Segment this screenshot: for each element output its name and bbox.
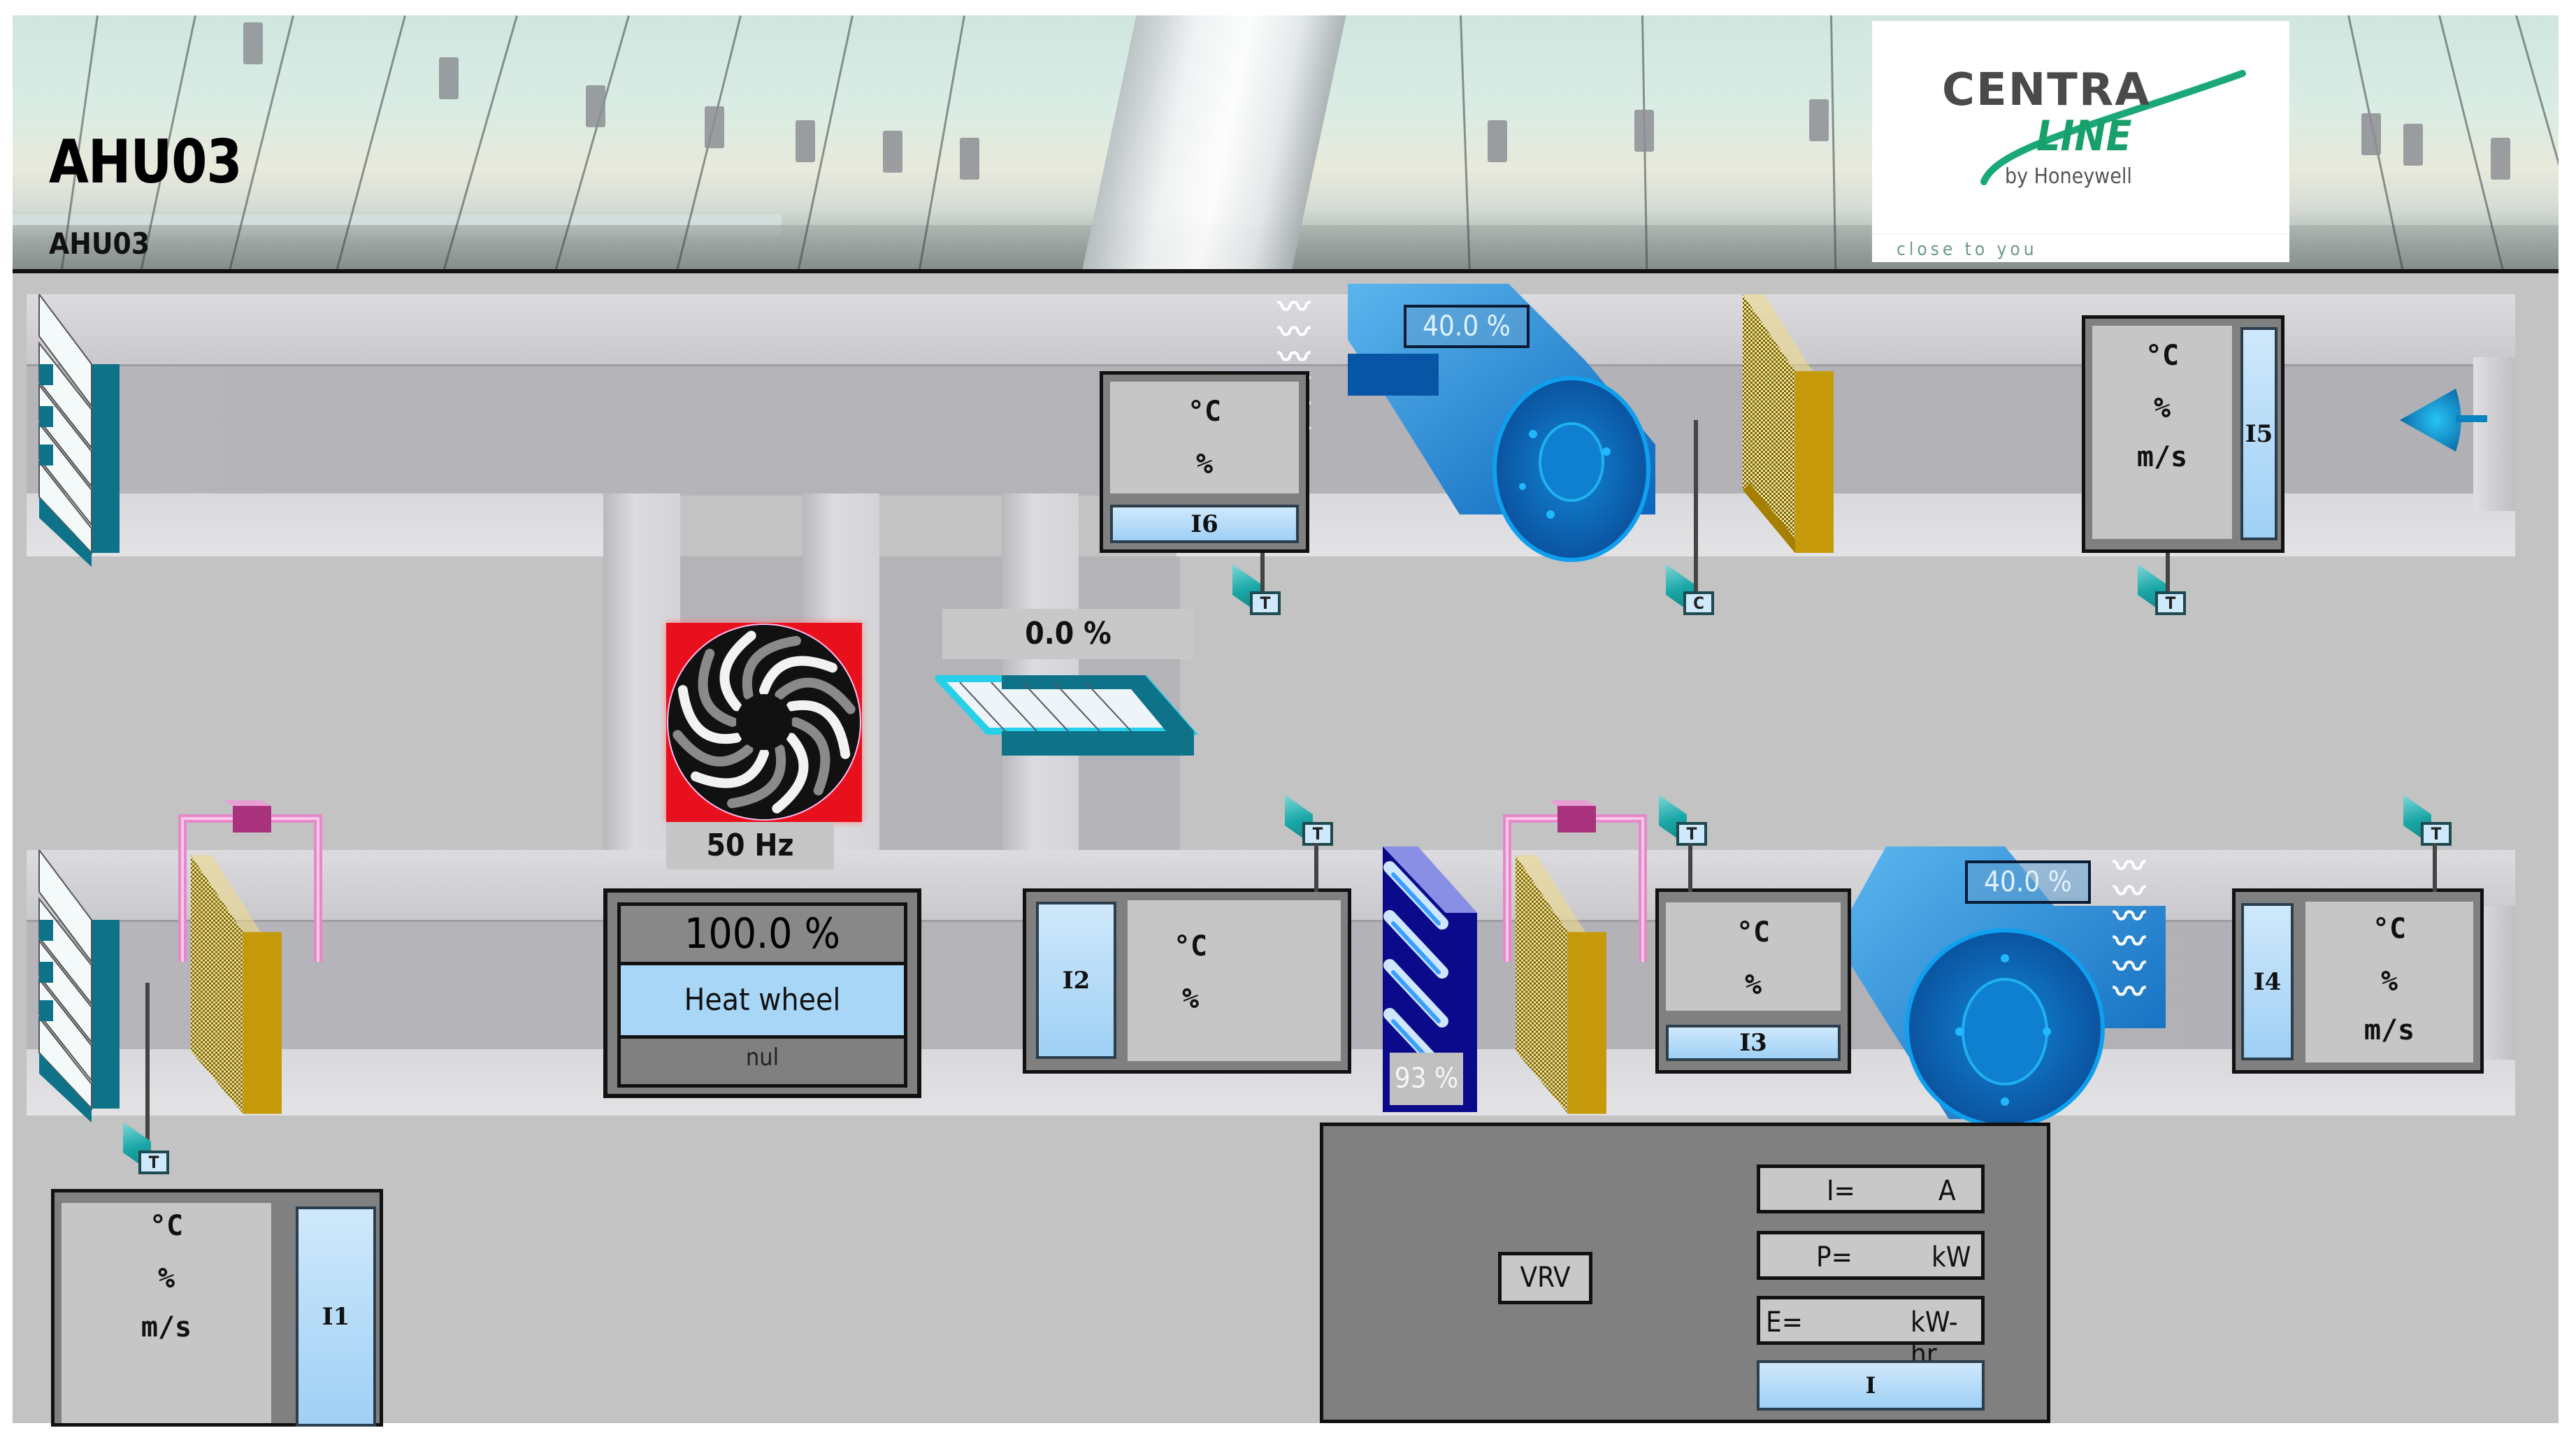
vrv-button[interactable]: VRV — [1498, 1252, 1592, 1304]
probe-stem — [145, 983, 150, 1158]
sensor-tag-i2[interactable]: I2 — [1036, 902, 1116, 1059]
page-subtitle: AHU03 — [49, 226, 150, 261]
vrv-energy-row: E= kW-hr — [1757, 1296, 1985, 1371]
probe-stem — [1260, 553, 1265, 595]
probe-stem — [2433, 843, 2437, 892]
temperature-probe-after-wheel[interactable]: T — [1302, 822, 1333, 846]
unit-temperature: °C — [149, 1210, 184, 1242]
prefilter-dp-switch-icon — [178, 800, 322, 962]
exhaust-fan-speed[interactable]: 40.0 % — [1404, 305, 1530, 348]
vrv-tag[interactable]: I — [1757, 1360, 1985, 1411]
sensor-panel-i4[interactable]: I4 °C % m/s — [2232, 888, 2484, 1074]
unit-temperature: °C — [2145, 340, 2180, 372]
unit-humidity: % — [1181, 983, 1200, 1015]
page-title: AHU03 — [49, 127, 243, 197]
heat-wheel-frequency: 50 Hz — [666, 822, 834, 870]
sensor-tag-i5[interactable]: I5 — [2240, 327, 2278, 540]
banner-clamp — [439, 57, 459, 99]
heat-wheel-percent: 100.0 % — [621, 906, 904, 962]
sensor-tag-i4[interactable]: I4 — [2241, 903, 2294, 1060]
unit-temperature: °C — [1173, 930, 1208, 962]
probe-stem — [1694, 420, 1698, 595]
exhaust-damper-icon — [38, 294, 120, 567]
unit-velocity: m/s — [2136, 441, 2188, 473]
exhaust-air-arrow-icon — [2400, 389, 2487, 452]
logo-brand-bottom: LINE — [2036, 112, 2132, 161]
sensor-tag-i6[interactable]: I6 — [1110, 505, 1299, 543]
centraline-logo: CENTRA LINE by Honeywell close to you — [1872, 21, 2289, 262]
unit-velocity: m/s — [141, 1311, 192, 1343]
cooling-coil-valve-readout[interactable]: 93 % — [1390, 1053, 1463, 1105]
probe-stem — [2166, 553, 2170, 595]
vrv-energy-label: E= — [1766, 1306, 1803, 1339]
unit-humidity: % — [2153, 392, 2171, 424]
temperature-probe-outdoor[interactable]: T — [138, 1151, 169, 1174]
banner-clamp — [243, 22, 263, 64]
banner-clamp — [586, 85, 605, 127]
exhaust-filter-icon — [1743, 294, 1834, 553]
logo-brand-top: CENTRA — [1942, 64, 2151, 116]
banner-clamp — [796, 120, 815, 162]
final-filter-dp-switch-icon — [1503, 800, 1647, 962]
unit-temperature: °C — [1736, 916, 1771, 949]
banner-clamp — [1488, 120, 1507, 162]
logo-byline: by Honeywell — [2005, 164, 2132, 189]
heat-wheel-name[interactable]: Heat wheel — [621, 965, 904, 1035]
temperature-probe-exhaust-i6[interactable]: T — [1250, 591, 1281, 615]
vrv-power-label: P= — [1816, 1241, 1852, 1274]
vrv-current-label: I= — [1827, 1175, 1855, 1207]
vrv-panel: VRV I= A P= kW E= kW-hr I — [1320, 1123, 2050, 1423]
unit-temperature: °C — [1187, 396, 1222, 428]
co2-probe-exhaust[interactable]: C — [1683, 591, 1714, 615]
ahu-schematic-canvas: 93 % 50 Hz 100.0 % Heat wheel nul 0.0 % — [13, 273, 2559, 1427]
supply-airflow-waves-icon: 〰〰〰〰〰〰 — [2113, 847, 2145, 1011]
sensor-panel-i6[interactable]: °C % I6 — [1100, 371, 1309, 553]
vrv-current-unit: A — [1938, 1175, 1956, 1207]
banner-clamp — [705, 106, 724, 148]
supply-fan-speed[interactable]: 40.0 % — [1965, 860, 2091, 904]
bypass-damper-icon — [935, 675, 1198, 756]
unit-temperature: °C — [2372, 913, 2407, 945]
sensor-panel-i3[interactable]: °C % I3 — [1655, 888, 1851, 1074]
unit-humidity: % — [2380, 965, 2398, 997]
unit-humidity: % — [157, 1262, 175, 1295]
sensor-panel-i5[interactable]: °C % m/s I5 — [2082, 315, 2284, 553]
unit-velocity: m/s — [2363, 1014, 2415, 1046]
banner-clamp — [2491, 138, 2510, 180]
banner-clamp — [883, 131, 902, 173]
logo-tagline: close to you — [1897, 239, 2038, 260]
temperature-probe-after-coil[interactable]: T — [1676, 822, 1707, 846]
probe-stem — [1314, 843, 1318, 892]
bypass-damper-position[interactable]: 0.0 % — [942, 609, 1194, 659]
heat-wheel-status[interactable] — [666, 623, 862, 822]
heat-wheel-panel[interactable]: 100.0 % Heat wheel nul — [603, 888, 921, 1098]
sensor-panel-i1[interactable]: °C % m/s I1 — [51, 1189, 383, 1427]
unit-humidity: % — [1195, 448, 1214, 480]
banner-clamp — [960, 138, 979, 180]
heat-wheel-status-text: nul — [621, 1039, 904, 1077]
temperature-probe-exhaust-i5[interactable]: T — [2155, 591, 2186, 615]
outdoor-air-damper-icon — [38, 850, 120, 1123]
unit-humidity: % — [1744, 969, 1762, 1001]
vrv-power-unit: kW — [1931, 1241, 1971, 1274]
sensor-tag-i1[interactable]: I1 — [296, 1206, 376, 1427]
vrv-current-row: I= A — [1757, 1164, 1985, 1213]
banner-clamp — [2403, 124, 2423, 166]
sensor-panel-i2[interactable]: I2 °C % — [1023, 888, 1351, 1074]
heat-wheel-icon — [667, 623, 861, 821]
temperature-probe-supply[interactable]: T — [2421, 822, 2452, 846]
banner-clamp — [2361, 113, 2381, 155]
vrv-power-row: P= kW — [1757, 1231, 1985, 1280]
sensor-tag-i3[interactable]: I3 — [1666, 1025, 1841, 1061]
banner-clamp — [1809, 99, 1829, 141]
probe-stem — [1688, 843, 1692, 892]
banner-clamp — [1634, 110, 1654, 152]
